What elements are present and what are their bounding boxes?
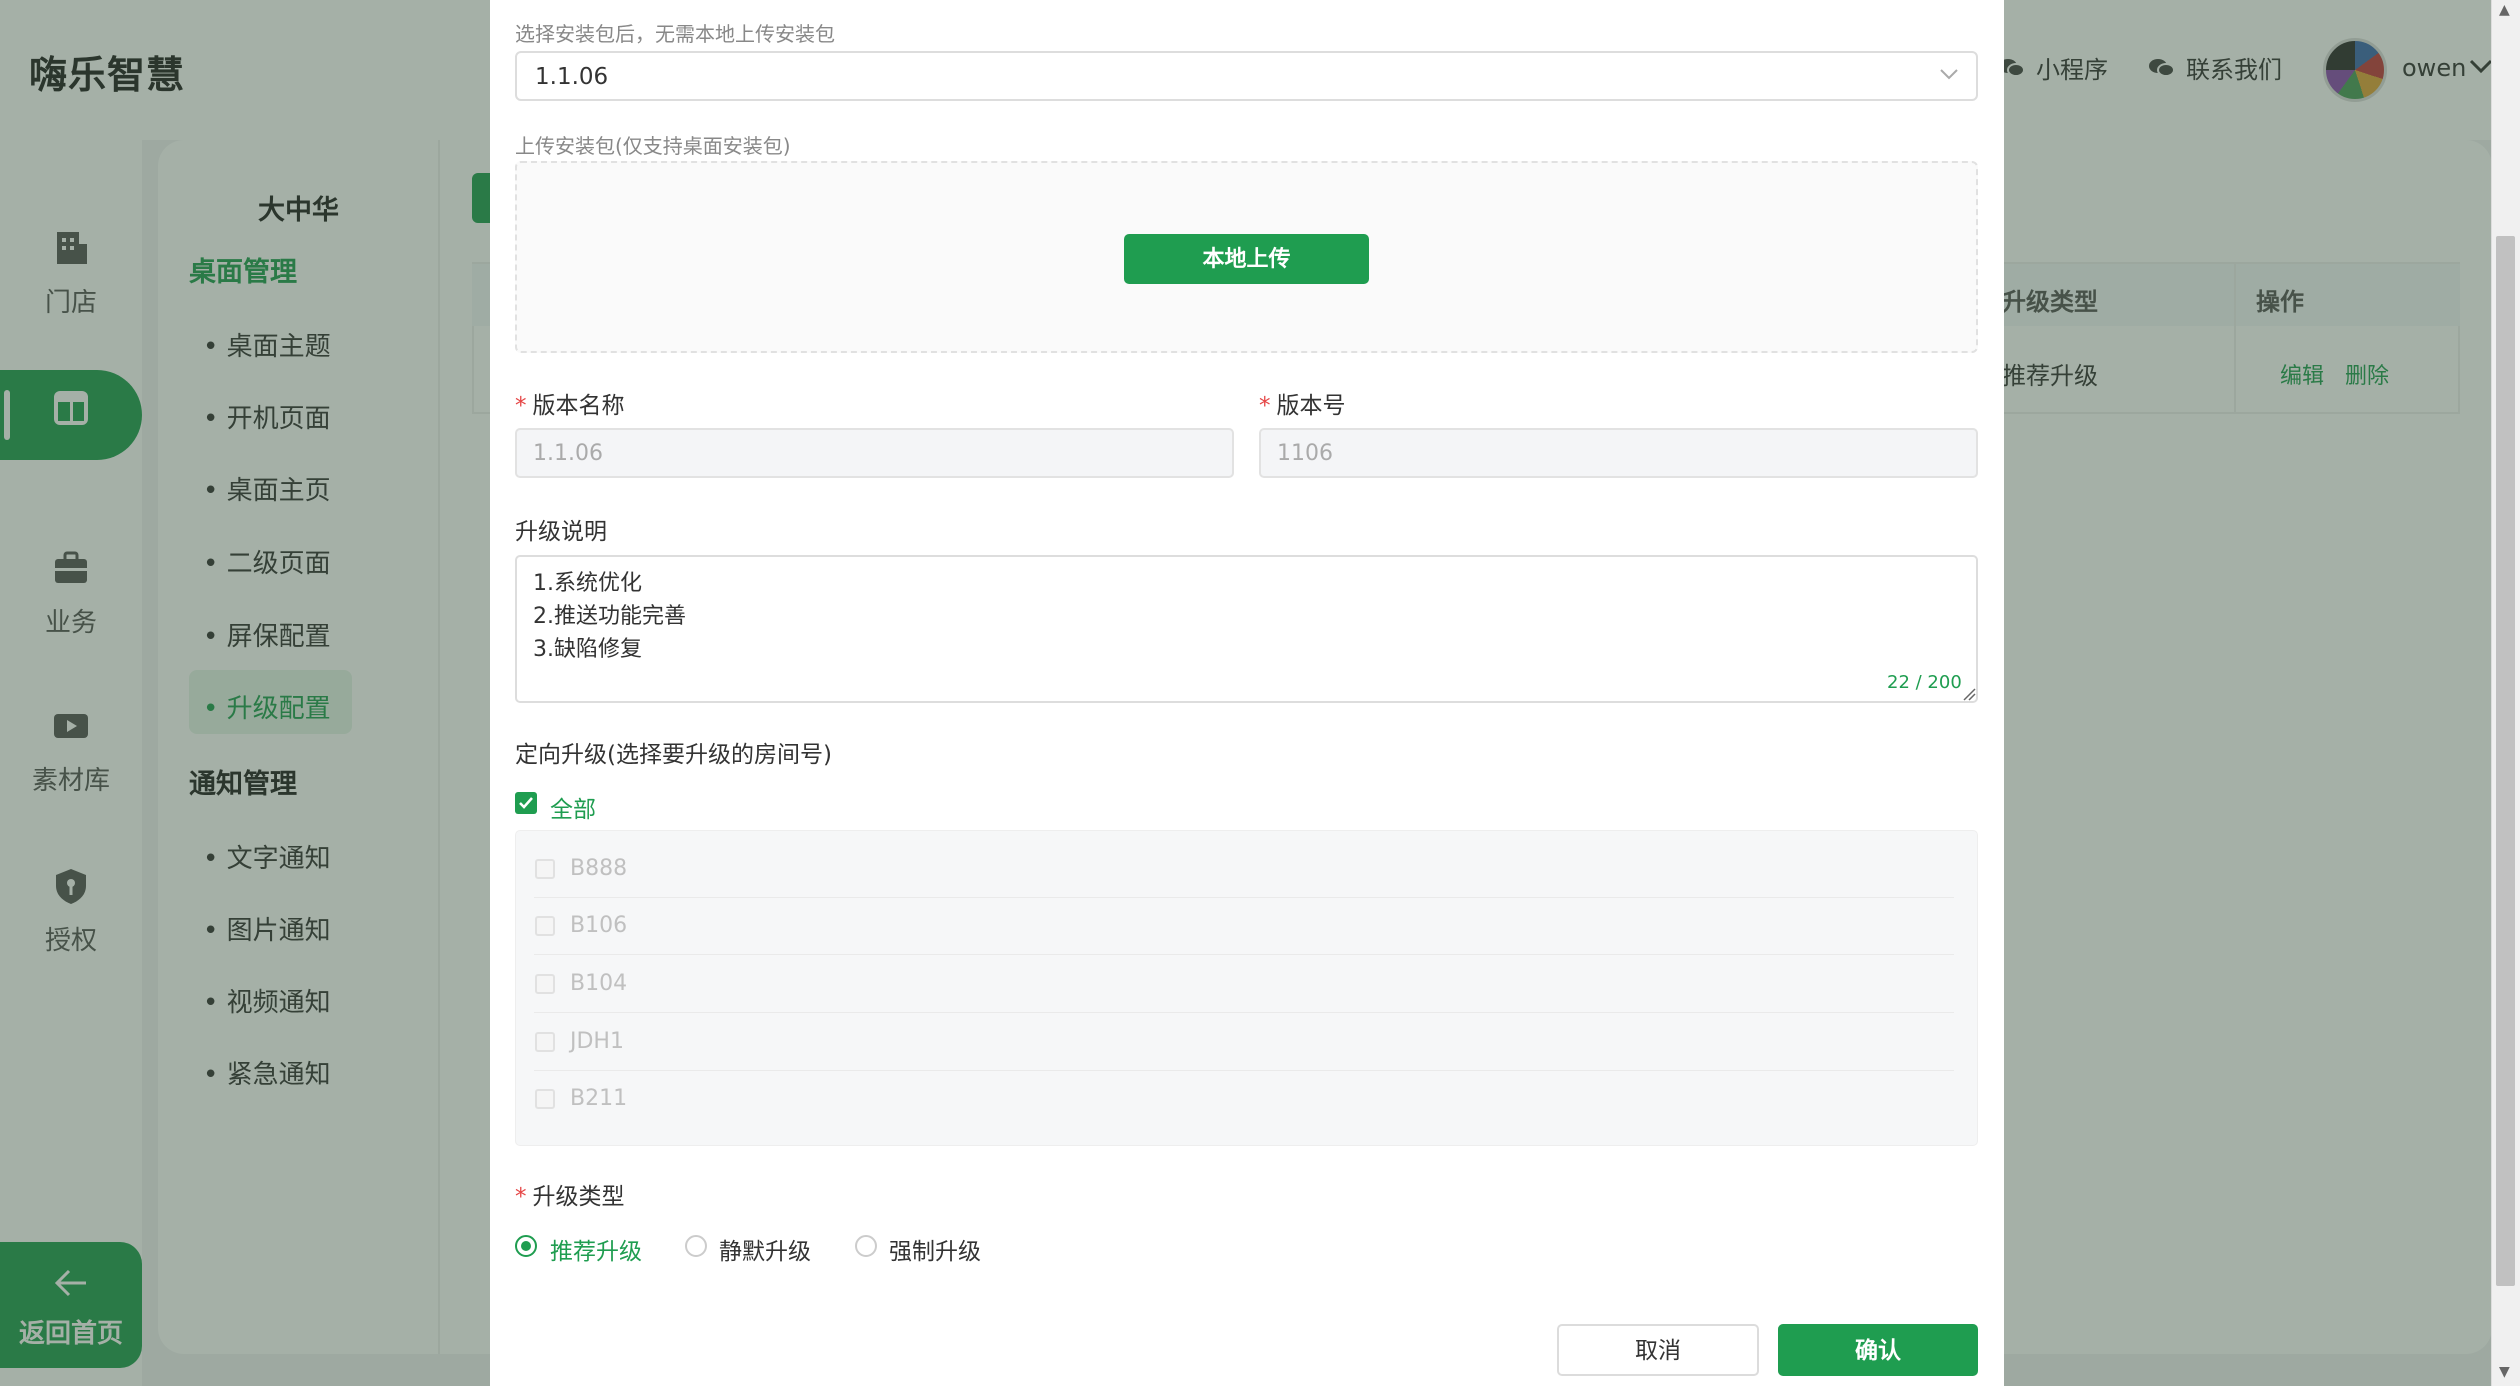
room-checkbox: [535, 916, 555, 936]
room-checkbox: [535, 1089, 555, 1109]
room-option-jdh1: JDH1: [534, 1015, 1954, 1071]
version-code-label: * 版本号: [1259, 386, 1346, 420]
room-checkbox: [535, 859, 555, 879]
required-mark: *: [515, 1184, 527, 1210]
confirm-button[interactable]: 确认: [1778, 1324, 1978, 1376]
upgrade-type-label: * 升级类型: [515, 1177, 625, 1211]
version-name-field: 1.1.06: [515, 428, 1234, 478]
description-line: 2.推送功能完善: [533, 604, 686, 629]
scrollbar-thumb[interactable]: [2496, 236, 2515, 1286]
chevron-down-icon[interactable]: [1938, 66, 1960, 82]
radio-forced[interactable]: [855, 1235, 877, 1257]
room-label: B211: [570, 1086, 628, 1111]
required-mark: *: [1259, 393, 1271, 419]
checkmark-icon: [519, 797, 533, 809]
room-option-b211: B211: [534, 1072, 1954, 1128]
cancel-button[interactable]: 取消: [1557, 1324, 1759, 1376]
local-upload-button[interactable]: 本地上传: [1124, 234, 1369, 284]
package-select[interactable]: 1.1.06: [515, 51, 1978, 101]
description-line: 3.缺陷修复: [533, 637, 642, 662]
room-label: B104: [570, 971, 628, 996]
targeted-upgrade-label: 定向升级(选择要升级的房间号): [515, 742, 832, 768]
radio-silent[interactable]: [685, 1235, 707, 1257]
resize-grip-icon[interactable]: [1962, 687, 1976, 701]
room-checkbox: [535, 974, 555, 994]
package-hint: 选择安装包后，无需本地上传安装包: [515, 22, 835, 46]
version-name-label: * 版本名称: [515, 386, 625, 420]
package-select-value: 1.1.06: [535, 64, 609, 90]
room-label: JDH1: [570, 1029, 624, 1054]
radio-recommended[interactable]: [515, 1235, 537, 1257]
radio-label-forced[interactable]: 强制升级: [889, 1232, 981, 1266]
version-code-field: 1106: [1259, 428, 1978, 478]
radio-label-silent[interactable]: 静默升级: [719, 1232, 811, 1266]
description-label: 升级说明: [515, 519, 607, 545]
upload-label: 上传安装包(仅支持桌面安装包): [515, 134, 791, 158]
room-label: B106: [570, 913, 628, 938]
description-char-counter: 22 / 200: [1887, 672, 1962, 693]
room-label: B888: [570, 856, 628, 881]
scroll-up-arrow-icon[interactable]: ▲: [2499, 2, 2510, 18]
room-option-b888: B888: [534, 842, 1954, 898]
select-all-label[interactable]: 全部: [550, 790, 596, 824]
radio-label-recommended[interactable]: 推荐升级: [550, 1232, 642, 1266]
description-line: 1.系统优化: [533, 571, 642, 596]
scroll-down-arrow-icon[interactable]: ▼: [2499, 1364, 2510, 1380]
upgrade-type-label-text: 升级类型: [532, 1184, 625, 1210]
description-textarea[interactable]: 1.系统优化 2.推送功能完善 3.缺陷修复: [515, 555, 1978, 703]
version-code-label-text: 版本号: [1276, 393, 1346, 419]
room-option-b104: B104: [534, 957, 1954, 1013]
select-all-checkbox[interactable]: [515, 792, 537, 814]
room-checkbox: [535, 1032, 555, 1052]
room-option-b106: B106: [534, 899, 1954, 955]
version-name-label-text: 版本名称: [532, 393, 625, 419]
required-mark: *: [515, 393, 527, 419]
